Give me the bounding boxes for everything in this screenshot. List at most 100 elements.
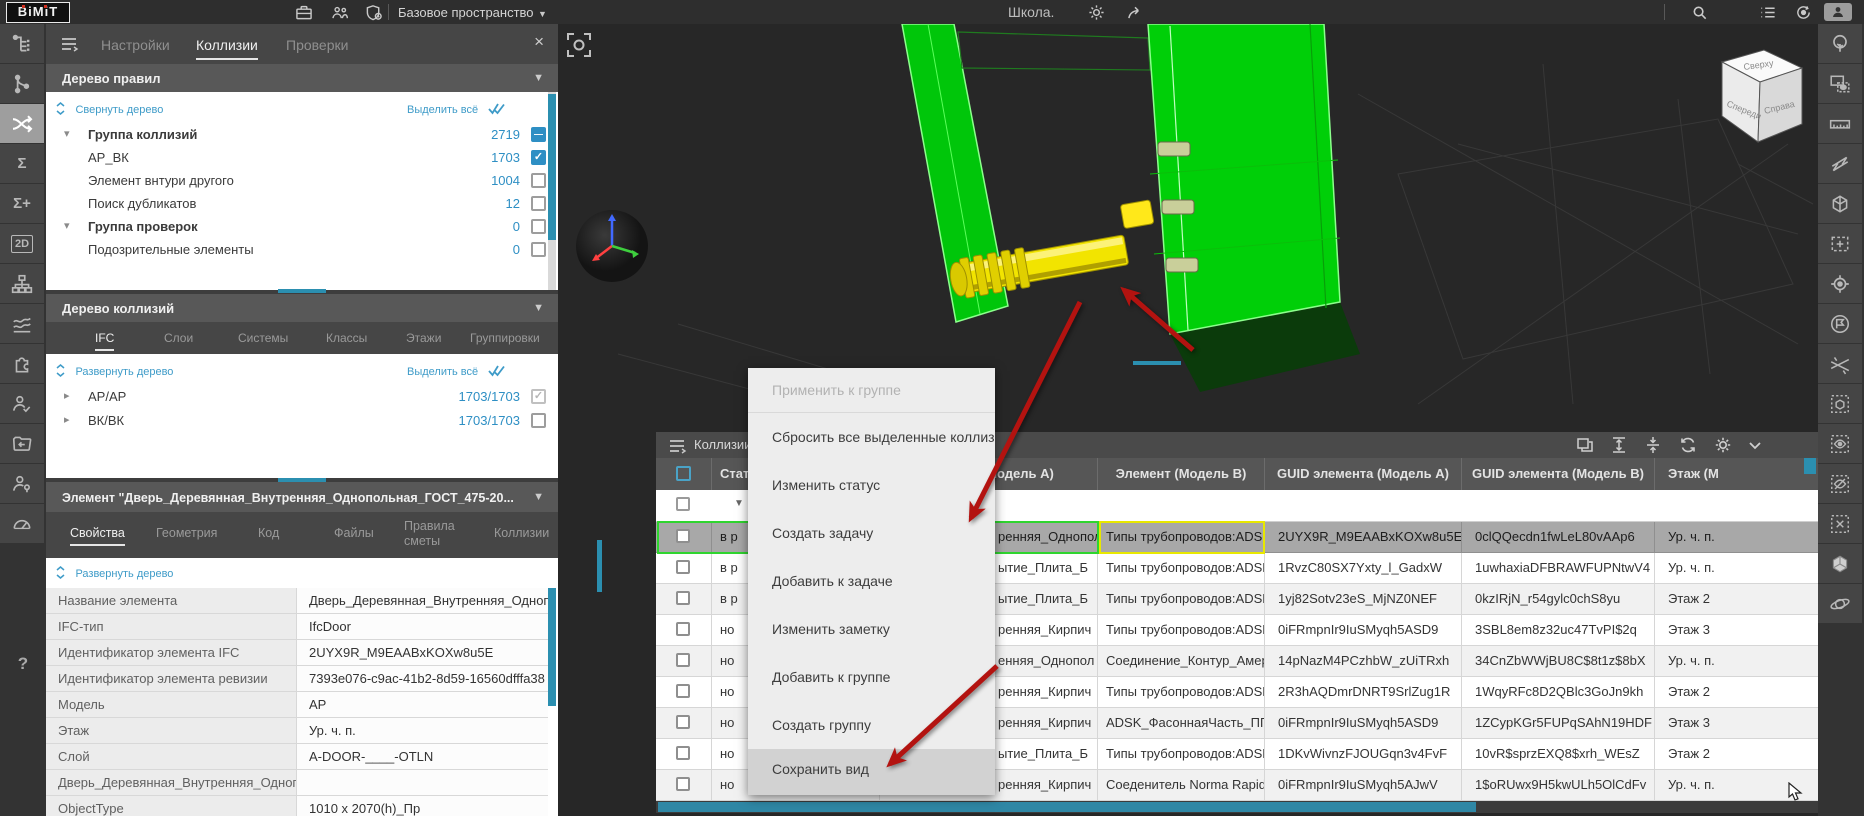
menu-item-create-group[interactable]: Создать группу — [748, 701, 995, 749]
checkbox[interactable] — [676, 715, 690, 729]
selection-sets-icon[interactable] — [1818, 64, 1862, 103]
tree-row-suspicious[interactable]: Подозрительные элементы 0 — [46, 239, 558, 262]
col-guid-a[interactable]: GUID элемента (Модель A) — [1265, 458, 1462, 490]
checkbox[interactable] — [676, 622, 690, 636]
section-resize-handle[interactable] — [278, 289, 326, 293]
tree-row-collision-group[interactable]: ▾ Группа коллизий 2719 — [46, 124, 558, 147]
scrollbar-thumb[interactable] — [548, 588, 556, 706]
menu-item-save-view[interactable]: Сохранить вид — [748, 749, 995, 795]
checkbox[interactable] — [531, 196, 546, 211]
checkbox[interactable] — [676, 684, 690, 698]
menu-item-reset-collisions[interactable]: Сбросить все выделенные коллизии — [748, 413, 995, 461]
select-all-link[interactable]: Выделить всё — [407, 362, 506, 380]
tab-estimate-rules[interactable]: Правила сметы — [404, 519, 462, 549]
share-icon[interactable] — [1126, 4, 1145, 21]
plugin-icon[interactable] — [0, 344, 44, 383]
property-row[interactable]: СлойA-DOOR-____-OTLN — [46, 744, 558, 770]
element-header[interactable]: Элемент "Дверь_Деревянная_Внутренняя_Одн… — [46, 482, 558, 512]
solid-model-icon[interactable] — [1818, 544, 1862, 583]
bimit-logo[interactable]: BiMiT — [6, 2, 70, 23]
model-tree-icon[interactable] — [0, 24, 44, 63]
checkbox[interactable] — [531, 219, 546, 234]
2d-view-icon[interactable]: 2D — [0, 224, 44, 263]
chevron-collapsed-icon[interactable]: ▸ — [64, 389, 70, 402]
help-button[interactable]: ? — [0, 654, 46, 684]
tab-geometry[interactable]: Геометрия — [156, 526, 217, 540]
checkbox[interactable] — [531, 242, 546, 257]
structure-icon[interactable] — [0, 264, 44, 303]
menu-item-create-task[interactable]: Создать задачу — [748, 509, 995, 557]
rules-tree-header[interactable]: Дерево правил ▼ — [46, 64, 558, 92]
sigma-plus-icon[interactable]: Σ+ — [0, 184, 44, 223]
chevron-down-icon[interactable]: ▼ — [538, 9, 547, 19]
show-selection-icon[interactable] — [1818, 424, 1862, 463]
user-check-icon[interactable] — [0, 384, 44, 423]
tab-checks[interactable]: Проверки — [286, 37, 348, 53]
checkbox[interactable] — [531, 173, 546, 188]
section-resize-handle[interactable] — [278, 478, 326, 482]
col-element-b[interactable]: Элемент (Модель B) — [1098, 458, 1265, 490]
checkbox[interactable] — [676, 466, 691, 481]
list-icon[interactable] — [1758, 4, 1778, 21]
section-cube-icon[interactable] — [1818, 184, 1862, 223]
col-floor[interactable]: Этаж (М — [1655, 458, 1818, 490]
status-filter-dropdown[interactable]: ▼ — [734, 498, 744, 509]
clear-selection-icon[interactable] — [1818, 504, 1862, 543]
expand-tree-link[interactable]: Развернуть дерево — [56, 362, 173, 380]
property-row[interactable]: ObjectType1010 x 2070(h)_Пр — [46, 796, 558, 816]
axis-gizmo[interactable] — [576, 210, 648, 282]
checkbox[interactable] — [531, 150, 546, 165]
gear-icon[interactable] — [1714, 436, 1732, 454]
tab-ifc[interactable]: IFC — [95, 331, 114, 351]
section-box-icon[interactable] — [1818, 224, 1862, 263]
workspace-selector[interactable]: Базовое пространство — [398, 5, 534, 20]
export-folder-icon[interactable] — [0, 424, 44, 463]
isolate-selection-icon[interactable] — [1818, 384, 1862, 423]
row-height-icon[interactable] — [1611, 436, 1627, 454]
environment-tree-icon[interactable] — [1818, 24, 1862, 63]
collapse-rows-icon[interactable] — [1645, 436, 1661, 454]
panel-scrollbar[interactable] — [597, 540, 602, 592]
property-row[interactable]: Дверь_Деревянная_Внутренняя_Однопольна..… — [46, 770, 558, 796]
table-menu-icon[interactable] — [668, 438, 688, 454]
tree-row-ar-vk[interactable]: АР_ВК 1703 — [46, 147, 558, 170]
view-cube[interactable]: Сверху Спереди Справа — [1722, 50, 1802, 142]
menu-item-apply-to-group[interactable]: Применить к группе — [748, 368, 995, 412]
header-select-all[interactable] — [656, 458, 712, 490]
tree-row-ar-ar[interactable]: ▸ АР/АР 1703/1703 — [46, 386, 558, 409]
sigma-icon[interactable]: Σ — [0, 144, 44, 183]
tab-code[interactable]: Код — [258, 526, 279, 540]
briefcase-icon[interactable] — [294, 4, 314, 21]
team-icon[interactable] — [330, 4, 350, 21]
collisions-icon[interactable] — [0, 104, 44, 143]
col-guid-b[interactable]: GUID элемента (Модель B) — [1462, 458, 1655, 490]
shield-icon[interactable] — [364, 4, 384, 21]
checkbox[interactable] — [676, 777, 690, 791]
refresh-icon[interactable] — [1679, 436, 1697, 454]
chevron-expanded-icon[interactable]: ▾ — [64, 127, 70, 140]
notifications-sync-icon[interactable] — [1794, 4, 1814, 21]
collision-tree-header[interactable]: Дерево коллизий ▼ — [46, 294, 558, 322]
viewport-resize-handle[interactable] — [1133, 361, 1181, 365]
focus-mode-icon[interactable] — [566, 32, 592, 58]
table-scrollbar-thumb[interactable] — [1804, 458, 1816, 474]
expand-tree-link[interactable]: Развернуть дерево — [56, 564, 173, 582]
checkbox[interactable] — [531, 127, 546, 142]
flag-icon[interactable] — [1818, 304, 1862, 343]
property-row[interactable]: ЭтажУр. ч. п. — [46, 718, 558, 744]
tab-groupings[interactable]: Группировки — [470, 331, 540, 345]
relations-icon[interactable] — [0, 64, 44, 103]
menu-item-add-to-group[interactable]: Добавить к группе — [748, 653, 995, 701]
chevron-expanded-icon[interactable]: ▾ — [64, 219, 70, 232]
checkbox[interactable] — [676, 497, 690, 511]
checkbox[interactable] — [676, 746, 690, 760]
panel-menu-icon[interactable] — [60, 36, 80, 52]
property-row[interactable]: Идентификатор элемента ревизии7393e076-c… — [46, 666, 558, 692]
tab-floors[interactable]: Этажи — [406, 331, 441, 345]
user-location-icon[interactable] — [0, 464, 44, 503]
dashboard-icon[interactable] — [0, 504, 44, 543]
property-row[interactable]: IFC-типIfcDoor — [46, 614, 558, 640]
orbit-icon[interactable] — [1818, 584, 1862, 623]
tab-files[interactable]: Файлы — [334, 526, 374, 540]
tab-collisions[interactable]: Коллизии — [196, 37, 258, 60]
